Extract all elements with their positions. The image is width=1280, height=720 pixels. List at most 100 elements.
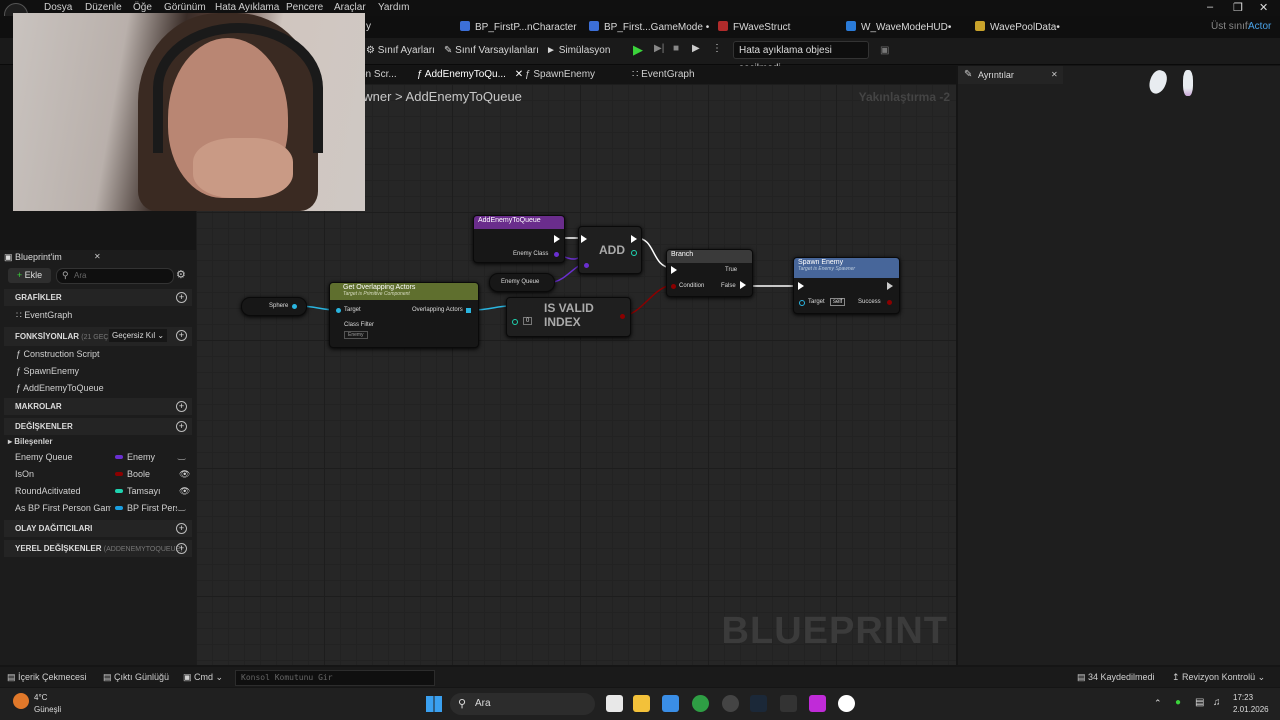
variable-name[interactable]: As BP First Person Game (15, 503, 111, 513)
task-view-icon[interactable] (606, 695, 623, 712)
variable-name[interactable]: Enemy Queue (15, 452, 73, 462)
menu-debug[interactable]: Hata Ayıklama (215, 2, 279, 13)
variable-type[interactable]: Tamsayı (115, 486, 161, 496)
section-macros[interactable]: MAKROLAR + (4, 398, 192, 415)
stop-icon[interactable]: ■ (673, 43, 679, 54)
clock-time[interactable]: 17:23 (1233, 693, 1253, 702)
exec-false-pin[interactable] (740, 281, 746, 289)
menu-edit[interactable]: Düzenle (85, 2, 122, 13)
eject-icon[interactable]: ▶ (692, 43, 700, 54)
variable-name[interactable]: RoundAcitivated (15, 486, 81, 496)
windows-start-icon[interactable] (426, 696, 442, 712)
debug-object-select[interactable]: Hata ayıklama objesi seçilmedi ⌄ (733, 41, 869, 74)
unsaved-button[interactable]: ▤ 34 Kaydedilmedi (1077, 672, 1155, 683)
function-item[interactable]: ƒ AddEnemyToQueue (16, 383, 104, 393)
node-array-add[interactable]: ADD (578, 226, 642, 274)
visibility-icon[interactable]: ‿ (178, 450, 185, 461)
app-icon[interactable] (809, 695, 826, 712)
condition-pin[interactable] (671, 284, 676, 289)
taskbar-search[interactable]: ⚲ Ara (450, 693, 595, 715)
variable-type[interactable]: BP First Pers (115, 503, 177, 513)
close-window-icon[interactable]: ✕ (1259, 1, 1268, 14)
array-pin[interactable] (584, 263, 589, 268)
parent-class-link[interactable]: Actor (1248, 21, 1271, 32)
output-log-button[interactable]: ▤ Çıktı Günlüğü (103, 672, 169, 683)
add-variable-icon[interactable]: + (176, 421, 187, 432)
override-dropdown[interactable]: Geçersiz Kıl ⌄ (109, 329, 168, 342)
index-pin[interactable] (631, 250, 637, 256)
class-settings-button[interactable]: ⚙ Sınıf Ayarları (366, 45, 435, 56)
unreal-engine-icon[interactable] (838, 695, 855, 712)
close-tab-icon[interactable]: ✕ (515, 69, 523, 80)
class-pin[interactable] (554, 252, 559, 257)
console-input[interactable]: Konsol Komutunu Gir (235, 670, 435, 686)
minimize-icon[interactable]: – (1207, 1, 1213, 13)
menu-window[interactable]: Pencere (286, 2, 323, 13)
asset-tab-wavepool[interactable]: WavePoolData• (975, 21, 1060, 33)
array-pin[interactable] (466, 308, 471, 313)
variable-type[interactable]: Boole (115, 469, 150, 479)
tab-construction-script[interactable]: on Scr... (360, 69, 397, 80)
section-variables[interactable]: DEĞİŞKENLER + (4, 418, 192, 435)
obs-icon[interactable] (722, 695, 739, 712)
asset-tab-gamemode[interactable]: BP_First...GameMode • (589, 21, 709, 33)
visibility-icon[interactable]: ‿ (178, 501, 185, 512)
function-item[interactable]: ƒ SpawnEnemy (16, 366, 79, 376)
graph-item-eventgraph[interactable]: ∷ EventGraph (16, 310, 72, 321)
node-enemy-queue-getter[interactable]: Enemy Queue (489, 273, 555, 292)
tray-chevron-icon[interactable]: ⌃ (1154, 698, 1162, 709)
function-item[interactable]: ƒ Construction Script (16, 349, 100, 359)
details-tab[interactable]: ✎ Ayrıntılar ✕ (958, 66, 1063, 84)
network-icon[interactable]: ▤ (1195, 697, 1204, 708)
asset-tab-current[interactable]: y (366, 21, 371, 32)
content-drawer-button[interactable]: ▤ İçerik Çekmecesi (7, 672, 87, 683)
section-event-dispatchers[interactable]: OLAY DAĞITICILARI + (4, 520, 192, 537)
step-icon[interactable]: ▶| (654, 43, 664, 54)
menu-help[interactable]: Yardım (378, 2, 410, 13)
volume-icon[interactable]: ♫ (1213, 697, 1221, 708)
search-input[interactable]: ⚲ Ara (56, 268, 174, 284)
menu-view[interactable]: Görünüm (164, 2, 206, 13)
index-value[interactable]: 0 (523, 317, 533, 325)
node-is-valid-index[interactable]: IS VALID INDEX 0 (506, 297, 631, 337)
node-sphere-getter[interactable]: Sphere (241, 297, 307, 316)
variable-type[interactable]: Enemy (115, 452, 155, 462)
add-macro-icon[interactable]: + (176, 401, 187, 412)
menu-asset[interactable]: Öğe (133, 2, 152, 13)
node-branch[interactable]: Branch True Condition False (666, 249, 753, 297)
asset-tab-hud[interactable]: W_WaveModeHUD• (846, 21, 951, 33)
success-pin[interactable] (887, 300, 892, 305)
asset-tab-character[interactable]: BP_FirstP...nCharacter (460, 21, 577, 33)
menu-file[interactable]: Dosya (44, 2, 72, 13)
simulation-button[interactable]: ► Simülasyon (546, 45, 610, 56)
microphone-icon[interactable]: ● (1175, 697, 1181, 708)
bool-out-pin[interactable] (620, 314, 625, 319)
epic-games-icon[interactable] (780, 695, 797, 712)
more-options-icon[interactable]: ⋮ (712, 43, 722, 54)
node-function-entry[interactable]: AddEnemyToQueue Enemy Class (473, 215, 565, 263)
my-blueprint-tab[interactable]: ▣ Blueprint'im (4, 252, 62, 263)
exec-in-pin[interactable] (581, 235, 587, 243)
section-graphs[interactable]: GRAFİKLER + (4, 289, 192, 306)
node-spawn-enemy[interactable]: Spawn Enemy Target is Enemy Spawner Targ… (793, 257, 900, 314)
node-get-overlapping-actors[interactable]: Get Overlapping Actors Target is Primiti… (329, 282, 479, 348)
debug-find-icon[interactable]: ▣ (880, 45, 889, 56)
visibility-eye-icon[interactable]: 👁 (179, 486, 190, 497)
tab-spawn-enemy[interactable]: ƒ SpawnEnemy (525, 69, 595, 80)
add-graph-icon[interactable]: + (176, 292, 187, 303)
close-tab-icon[interactable]: ✕ (94, 252, 101, 261)
class-defaults-button[interactable]: ✎ Sınıf Varsayılanları (444, 45, 539, 56)
menu-tools[interactable]: Araçlar (334, 2, 366, 13)
exec-in-pin[interactable] (798, 282, 804, 290)
visibility-eye-icon[interactable]: 👁 (179, 469, 190, 480)
exec-in-pin[interactable] (671, 266, 677, 274)
exec-out-pin[interactable] (887, 282, 893, 290)
class-filter-select[interactable]: Enemy (344, 331, 368, 339)
add-function-icon[interactable]: + (176, 330, 187, 341)
exec-out-pin[interactable] (631, 235, 637, 243)
gear-icon[interactable]: ⚙ (176, 268, 186, 281)
target-pin[interactable] (799, 300, 805, 306)
exec-out-pin[interactable] (554, 235, 560, 243)
clock-date[interactable]: 2.01.2026 (1233, 705, 1269, 714)
chrome-icon[interactable] (692, 695, 709, 712)
